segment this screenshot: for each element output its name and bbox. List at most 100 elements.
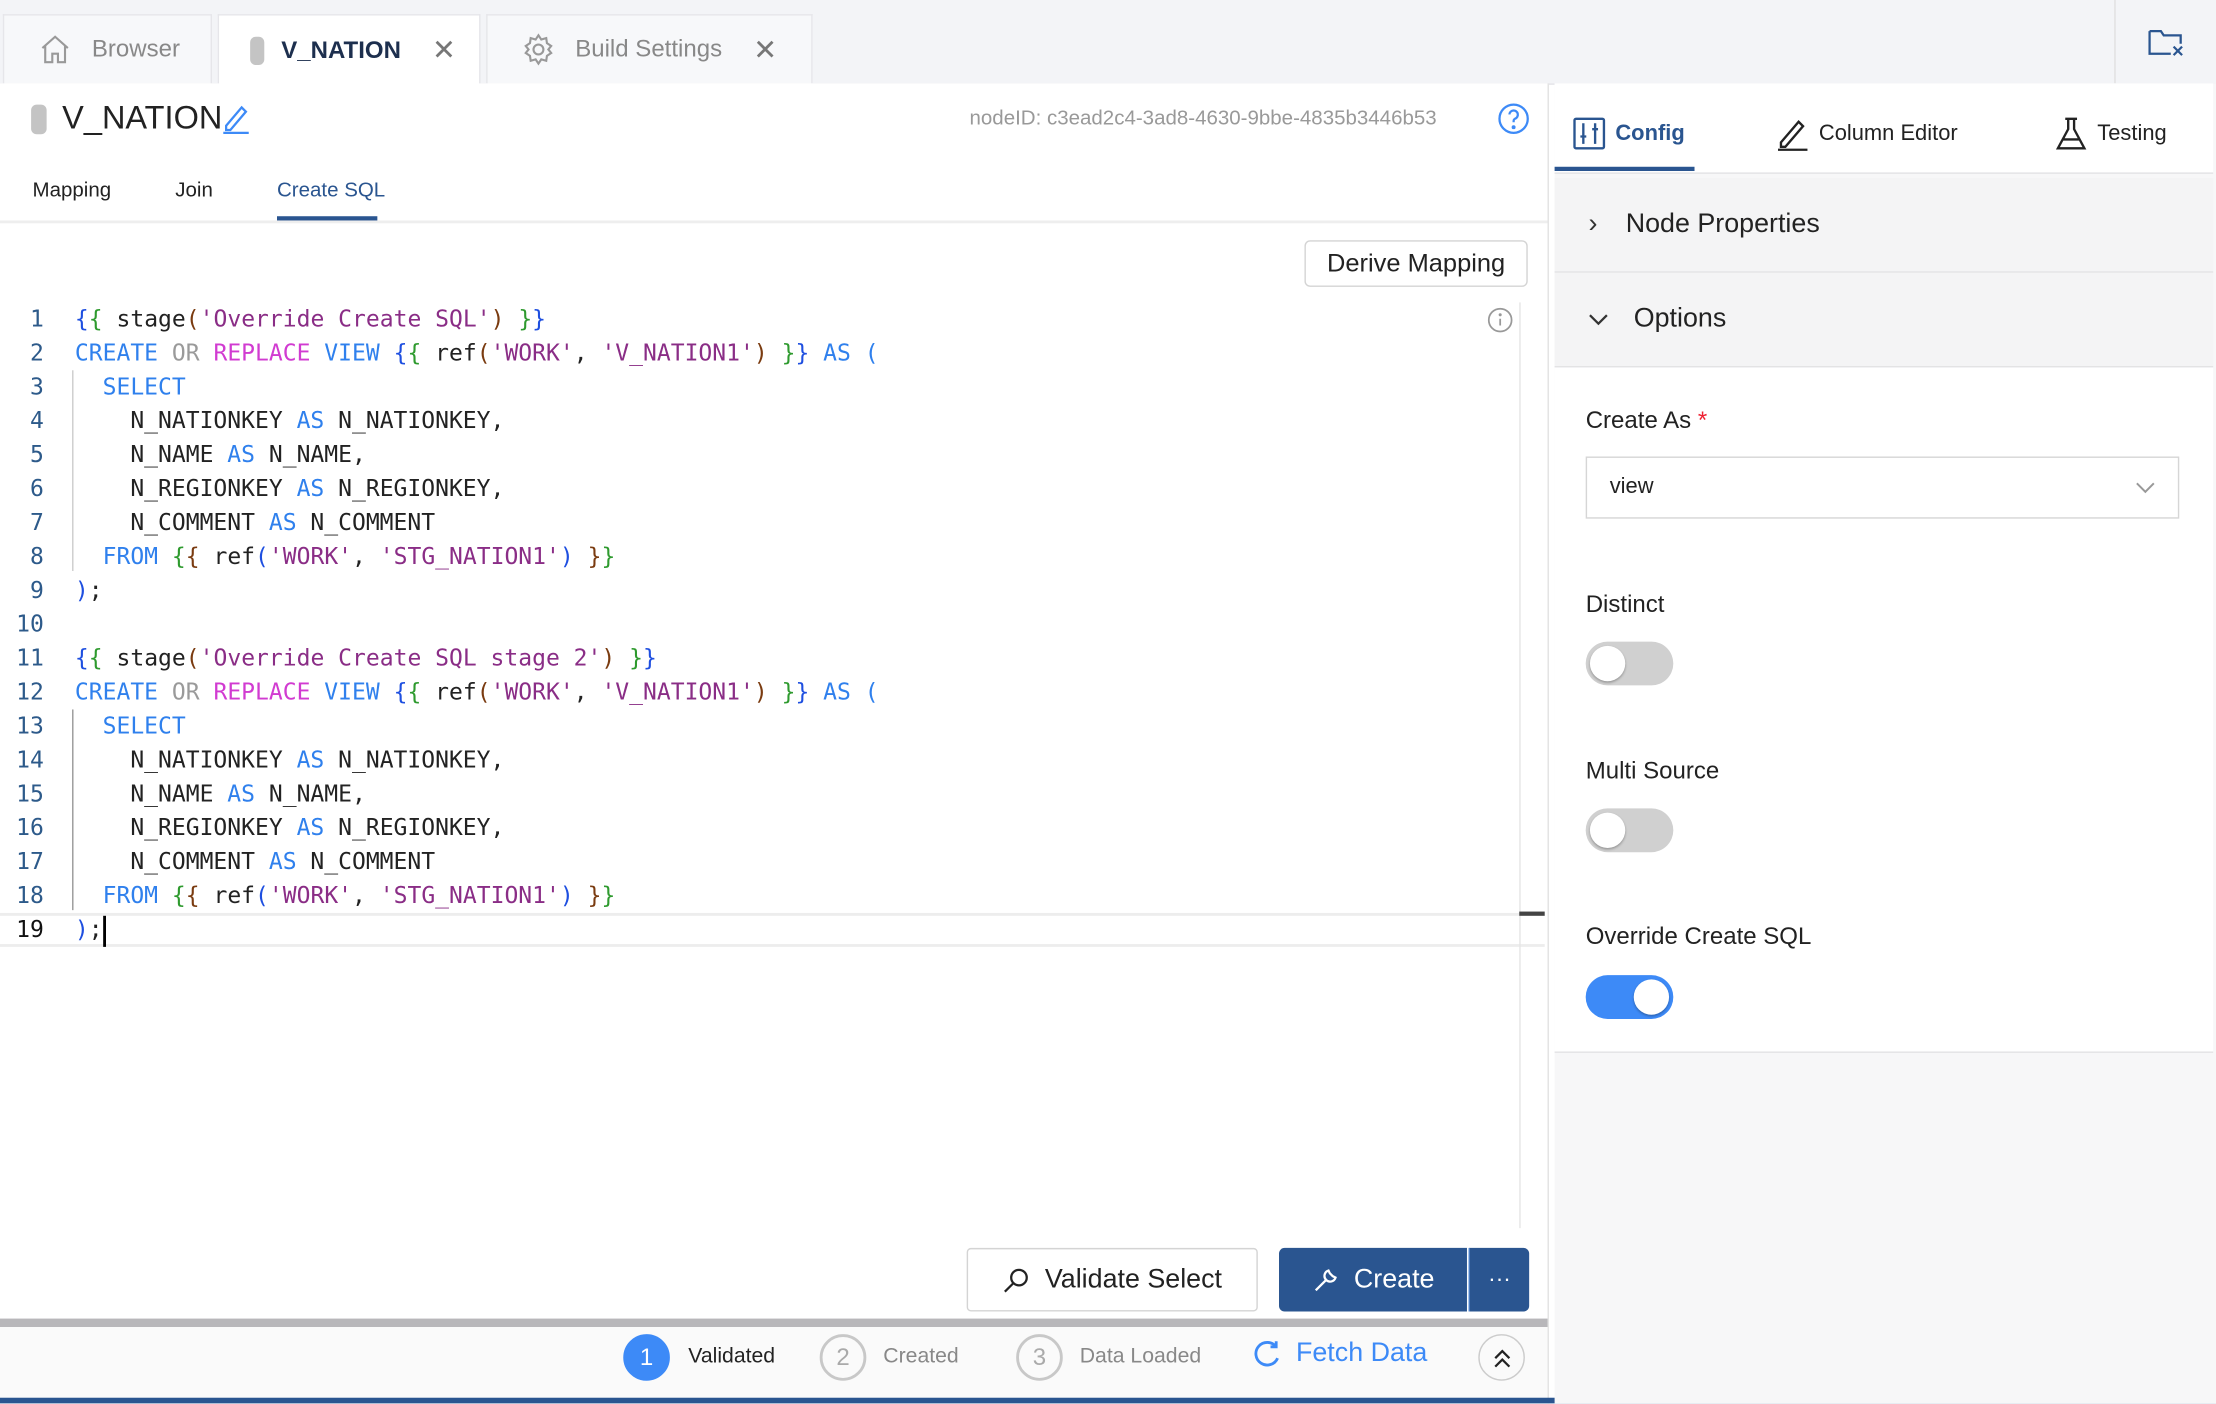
chevron-down-icon — [2136, 481, 2155, 493]
close-icon[interactable]: ✕ — [753, 32, 777, 67]
tab-build-settings[interactable]: Build Settings ✕ — [486, 14, 813, 84]
code-line[interactable]: 5 N_NAME AS N_NAME, — [0, 438, 1519, 472]
double-chevron-up-icon — [1493, 1348, 1510, 1367]
subtab-join[interactable]: Join — [175, 179, 213, 202]
code-token: N_NAME, — [255, 440, 366, 468]
line-number: 4 — [29, 407, 44, 434]
code-line[interactable]: 12 CREATE OR REPLACE VIEW {{ ref('WORK', … — [0, 676, 1519, 710]
derive-mapping-button[interactable]: Derive Mapping — [1304, 240, 1528, 287]
code-token: stage — [102, 644, 186, 672]
overview-ruler-cursor — [1519, 911, 1545, 916]
code-line[interactable]: 6 N_REGIONKEY AS N_REGIONKEY, — [0, 472, 1519, 506]
code-token: { — [171, 542, 186, 570]
code-line[interactable]: 11 {{ stage('Override Create SQL stage 2'… — [0, 642, 1519, 676]
code-token: 'STG_NATION1' — [379, 542, 560, 570]
code-line[interactable]: 17 N_COMMENT AS N_COMMENT — [0, 845, 1519, 879]
close-icon[interactable]: ✕ — [432, 33, 456, 68]
tab-testing[interactable]: Testing — [2053, 116, 2167, 151]
fetch-data-button[interactable]: Fetch Data — [1251, 1338, 1427, 1369]
code-token: } — [795, 339, 810, 367]
code-token: N_REGIONKEY, — [324, 814, 505, 841]
code-line[interactable]: 10 — [0, 608, 1519, 642]
code-token: ref — [199, 881, 256, 909]
code-line[interactable]: 4 N_NATIONKEY AS N_NATIONKEY, — [0, 404, 1519, 438]
code-token: ; — [88, 576, 103, 604]
help-icon[interactable] — [1497, 102, 1531, 136]
edit-pencil-icon[interactable] — [220, 102, 251, 136]
tab-browser[interactable]: Browser — [2, 14, 212, 84]
home-icon — [41, 35, 69, 64]
section-options[interactable]: Options — [1554, 272, 2214, 368]
code-token: AS — [268, 847, 297, 875]
code-line[interactable]: 18 FROM {{ ref('WORK', 'STG_NATION1') }} — [0, 879, 1519, 913]
create-button[interactable]: Create — [1279, 1247, 1467, 1312]
line-number: 17 — [16, 847, 44, 875]
code-line[interactable]: 13 SELECT — [0, 709, 1519, 743]
node-id: nodeID: c3ead2c4-3ad8-4630-9bbe-4835b344… — [969, 107, 1437, 131]
folder-close-icon — [2148, 29, 2183, 56]
code-token: { — [407, 678, 422, 706]
sql-code-editor[interactable]: 1{{ stage('Override Create SQL') }} 2 CREA… — [0, 302, 1519, 947]
close-folder-button[interactable] — [2114, 0, 2216, 84]
multi-source-label: Multi Source — [1585, 757, 1720, 785]
code-text: N_NAME AS N_NAME, — [75, 777, 366, 811]
sliders-icon — [1573, 117, 1606, 150]
tab-config[interactable]: Config — [1572, 116, 1685, 151]
validate-select-button[interactable]: Validate Select — [966, 1247, 1258, 1312]
code-text: N_NATIONKEY AS N_NATIONKEY, — [75, 404, 504, 438]
tab-v-nation[interactable]: V_NATION ✕ — [217, 14, 481, 85]
code-token: 'V_NATION1' — [601, 339, 754, 367]
code-token: N_NATIONKEY, — [324, 407, 505, 434]
line-number: 16 — [16, 814, 44, 841]
code-token: } — [518, 305, 533, 333]
more-actions-button[interactable]: ··· — [1468, 1247, 1530, 1312]
code-token: , — [352, 542, 380, 570]
multi-source-toggle[interactable] — [1585, 808, 1674, 853]
expand-panel-button[interactable] — [1478, 1334, 1525, 1381]
line-number: 10 — [16, 610, 44, 638]
code-token: ref — [199, 542, 256, 570]
code-line[interactable]: 15 N_NAME AS N_NAME, — [0, 777, 1519, 811]
code-token: 'WORK' — [268, 881, 353, 909]
resize-handle[interactable] — [0, 1318, 1548, 1328]
code-text: CREATE OR REPLACE VIEW {{ ref('WORK', 'V… — [75, 676, 879, 710]
code-text: N_REGIONKEY AS N_REGIONKEY, — [75, 472, 504, 506]
code-text: N_COMMENT AS N_COMMENT — [75, 845, 435, 879]
code-line[interactable]: 2 CREATE OR REPLACE VIEW {{ ref('WORK', '… — [0, 336, 1519, 370]
code-token: ; — [88, 915, 103, 943]
create-as-select[interactable]: view — [1585, 456, 2180, 519]
distinct-toggle[interactable] — [1585, 641, 1674, 686]
code-token: N_COMMENT — [296, 847, 436, 875]
code-line[interactable]: 1 {{ stage('Override Create SQL') }} — [0, 302, 1519, 336]
code-token: AS — [296, 407, 325, 434]
code-token: REPLACE — [213, 678, 325, 706]
code-token: AS — [296, 474, 325, 502]
code-token: ) — [753, 678, 768, 706]
line-number: 1 — [29, 305, 44, 333]
code-line[interactable]: 8 FROM {{ ref('WORK', 'STG_NATION1') }} — [0, 540, 1519, 574]
code-token: N_NATIONKEY — [74, 407, 297, 434]
code-line[interactable]: 19); — [0, 913, 1519, 947]
code-line[interactable]: 14 N_NATIONKEY AS N_NATIONKEY, — [0, 743, 1519, 777]
code-token: } — [781, 339, 796, 367]
code-token: { — [88, 644, 103, 672]
code-token: AS ( — [809, 678, 879, 706]
code-line[interactable]: 7 N_COMMENT AS N_COMMENT — [0, 506, 1519, 540]
code-line[interactable]: 3 SELECT — [0, 370, 1519, 404]
tab-column-editor[interactable]: Column Editor — [1775, 116, 1958, 151]
code-token: N_NATIONKEY, — [324, 746, 505, 774]
code-line[interactable]: 16 N_REGIONKEY AS N_REGIONKEY, — [0, 811, 1519, 845]
code-token: AS — [296, 814, 325, 841]
override-create-sql-toggle[interactable] — [1585, 975, 1674, 1019]
subtab-mapping[interactable]: Mapping — [33, 179, 112, 202]
section-node-properties[interactable]: › Node Properties — [1554, 178, 2214, 273]
code-token: FROM — [74, 542, 172, 570]
code-line[interactable]: 9); — [0, 574, 1519, 608]
code-text: CREATE OR REPLACE VIEW {{ ref('WORK', 'V… — [75, 336, 879, 370]
editor-scrollbar-track[interactable] — [1519, 302, 1521, 1229]
subtab-create-sql[interactable]: Create SQL — [277, 179, 385, 202]
